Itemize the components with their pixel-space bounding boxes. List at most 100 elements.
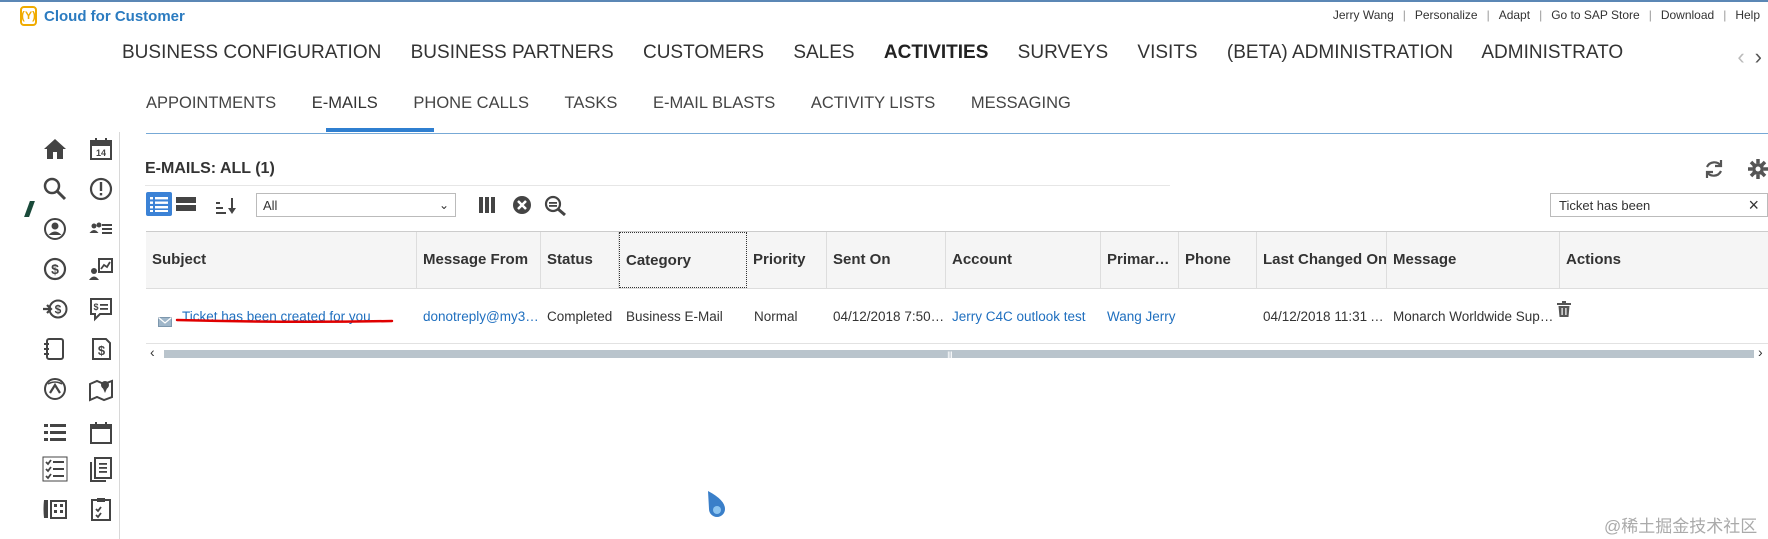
map-icon[interactable]: [88, 376, 114, 402]
col-primary-contact[interactable]: Primar…: [1101, 232, 1179, 288]
tab-tasks[interactable]: TASKS: [565, 94, 618, 113]
table-view-toggle[interactable]: [175, 194, 197, 214]
invoice-icon[interactable]: $: [88, 336, 114, 362]
nav-surveys[interactable]: SURVEYS: [1018, 42, 1108, 63]
tab-messaging[interactable]: MESSAGING: [971, 94, 1071, 113]
nav-visits[interactable]: VISITS: [1137, 42, 1197, 63]
columns-icon[interactable]: [477, 194, 499, 216]
sap-store-link[interactable]: Go to SAP Store: [1551, 8, 1640, 22]
nav-activities[interactable]: ACTIVITIES: [884, 42, 989, 63]
tab-appointments[interactable]: APPOINTMENTS: [146, 94, 276, 113]
col-sent-on[interactable]: Sent On: [827, 232, 946, 288]
person-chart-icon[interactable]: [88, 256, 114, 282]
calendar-icon[interactable]: 14: [88, 136, 114, 162]
phone-grid-icon[interactable]: [42, 496, 68, 522]
help-link[interactable]: Help: [1735, 8, 1760, 22]
table-row[interactable]: Ticket has been created for you donotrep…: [146, 289, 1768, 345]
col-account[interactable]: Account: [946, 232, 1101, 288]
person-icon[interactable]: [42, 216, 68, 242]
people-list-icon[interactable]: [88, 216, 114, 242]
col-priority[interactable]: Priority: [747, 232, 827, 288]
col-message-from[interactable]: Message From: [417, 232, 541, 288]
calendar-blank-icon[interactable]: [88, 420, 114, 446]
col-subject[interactable]: Subject: [146, 232, 417, 288]
col-category[interactable]: Category: [619, 232, 747, 288]
edge-mark: [24, 201, 35, 217]
search-input[interactable]: Ticket has been ×: [1550, 193, 1768, 217]
cell-primary-contact-link[interactable]: Wang Jerry: [1101, 289, 1179, 345]
col-phone[interactable]: Phone: [1179, 232, 1257, 288]
search-icon[interactable]: [42, 176, 68, 202]
cell-priority: Normal: [754, 309, 798, 324]
nav-beta-administration[interactable]: (BETA) ADMINISTRATION: [1227, 42, 1453, 63]
advanced-search-icon[interactable]: [543, 194, 567, 217]
download-link[interactable]: Download: [1661, 8, 1714, 22]
svg-text:$: $: [98, 343, 106, 358]
top-links: Jerry Wang | Personalize | Adapt | Go to SA…: [1332, 8, 1760, 22]
home-icon[interactable]: [42, 136, 68, 162]
query-select[interactable]: All ⌄: [256, 193, 456, 217]
nav-scroll-arrows: ‹ ›: [1737, 44, 1762, 70]
col-status[interactable]: Status: [541, 232, 619, 288]
tab-activity-lists[interactable]: ACTIVITY LISTS: [811, 94, 935, 113]
tab-email-blasts[interactable]: E-MAIL BLASTS: [653, 94, 775, 113]
scroll-divider: [146, 343, 1768, 344]
globe-arrow-icon[interactable]: [42, 376, 68, 402]
checklist-icon[interactable]: [42, 456, 68, 482]
app-logo[interactable]: (Y) Cloud for Customer: [20, 6, 185, 26]
col-last-changed-on[interactable]: Last Changed On: [1257, 232, 1387, 288]
cell-last-changed-on: 04/12/2018 11:31 AM: [1263, 309, 1387, 324]
scroll-left-icon[interactable]: ‹: [150, 344, 155, 360]
nav-left-arrow-icon[interactable]: ‹: [1737, 44, 1744, 70]
svg-text:$: $: [55, 303, 62, 317]
scrollbar-thumb[interactable]: |||: [164, 350, 1754, 362]
top-accent-line: [0, 0, 1768, 2]
table-header: Subject Message From Status Category Pri…: [146, 232, 1768, 289]
active-tab-indicator: [326, 128, 434, 132]
cell-status: Completed: [547, 309, 613, 324]
tab-phone-calls[interactable]: PHONE CALLS: [413, 94, 529, 113]
nav-customers[interactable]: CUSTOMERS: [643, 42, 764, 63]
alert-icon[interactable]: [88, 176, 114, 202]
cell-message: Monarch Worldwide Support…: [1393, 309, 1560, 324]
sort-icon[interactable]: [214, 194, 238, 216]
scroll-right-icon[interactable]: ›: [1758, 344, 1763, 360]
nav-sales[interactable]: SALES: [793, 42, 854, 63]
refresh-icon[interactable]: [1703, 158, 1725, 180]
nav-right-arrow-icon[interactable]: ›: [1755, 44, 1762, 70]
cell-sent-on: 04/12/2018 7:50 AM: [833, 309, 946, 324]
horizontal-scrollbar[interactable]: ‹ ||| ›: [146, 344, 1768, 362]
cell-message-from[interactable]: donotreply@my333…: [417, 289, 541, 345]
scroll-grip-icon: |||: [947, 351, 953, 362]
gear-icon[interactable]: [1747, 158, 1768, 180]
svg-text:$: $: [93, 302, 98, 312]
query-select-value: All: [263, 198, 278, 213]
adapt-link[interactable]: Adapt: [1499, 8, 1530, 22]
notebook-icon[interactable]: [42, 336, 68, 362]
watermark: @稀土掘金技术社区: [1604, 517, 1758, 536]
red-underline-annotation: [175, 318, 394, 324]
list-icon[interactable]: [42, 420, 68, 446]
cell-category: Business E-Mail: [626, 309, 723, 324]
nav-administration[interactable]: ADMINISTRATO: [1481, 42, 1623, 63]
list-view-toggle[interactable]: [146, 192, 172, 216]
cell-phone: [1179, 289, 1257, 345]
clipboard-icon[interactable]: [88, 496, 114, 522]
nav-business-configuration[interactable]: BUSINESS CONFIGURATION: [122, 42, 381, 63]
dollar-icon[interactable]: $: [42, 256, 68, 282]
tab-emails[interactable]: E-MAILS: [312, 94, 378, 113]
nav-business-partners[interactable]: BUSINESS PARTNERS: [411, 42, 614, 63]
clear-filter-icon[interactable]: [511, 194, 533, 216]
documents-icon[interactable]: [88, 456, 114, 482]
personalize-link[interactable]: Personalize: [1415, 8, 1478, 22]
col-message[interactable]: Message: [1387, 232, 1560, 288]
sub-nav: APPOINTMENTS E-MAILS PHONE CALLS TASKS E…: [146, 94, 1102, 113]
subnav-divider: [146, 133, 1768, 134]
cell-account-link[interactable]: Jerry C4C outlook test: [946, 289, 1101, 345]
user-name-link[interactable]: Jerry Wang: [1333, 8, 1394, 22]
svg-text:14: 14: [96, 148, 106, 158]
cell-subject-link[interactable]: Ticket has been created for you: [176, 289, 416, 345]
close-icon[interactable]: ×: [1748, 195, 1759, 216]
logo-badge-icon: (Y): [20, 6, 37, 26]
delete-icon[interactable]: [1555, 300, 1573, 318]
